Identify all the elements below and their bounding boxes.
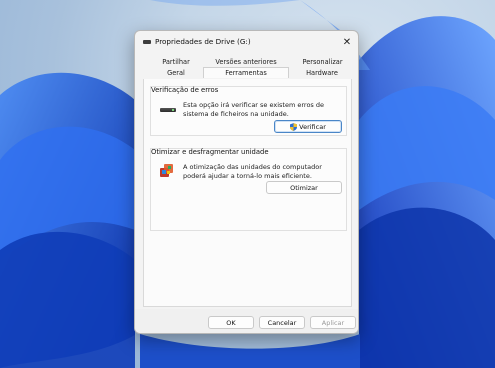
error-check-group: Verificação de erros Esta opção irá veri… [150,86,347,136]
ok-button[interactable]: OK [208,316,254,329]
error-check-title: Verificação de erros [151,86,219,94]
verify-button[interactable]: Verificar [274,120,342,133]
error-check-description: Esta opção irá verificar se existem erro… [183,101,324,118]
close-button[interactable]: ✕ [336,31,358,53]
tab-hardware[interactable]: Hardware [293,68,351,79]
tab-ferramentas[interactable]: Ferramentas [203,67,289,78]
drive-properties-window: Propriedades de Drive (G:) ✕ Partilhar V… [134,30,359,334]
tools-panel: Verificação de erros Esta opção irá veri… [143,79,352,307]
cancel-button[interactable]: Cancelar [259,316,305,329]
drive-title-icon [143,40,151,44]
uac-shield-icon [290,122,298,131]
dialog-footer: OK Cancelar Aplicar [135,309,358,333]
optimize-group: Otimizar e desfragmentar unidade A otimi… [150,148,347,231]
drive-icon [160,108,176,112]
apply-button[interactable]: Aplicar [310,316,356,329]
tab-geral[interactable]: Geral [149,68,203,79]
optimize-description: A otimização das unidades do computador … [183,163,322,180]
verify-button-label: Verificar [299,122,326,131]
tab-versoes-anteriores[interactable]: Versões anteriores [211,57,281,67]
defrag-icon [160,164,173,177]
tab-personalizar[interactable]: Personalizar [295,57,350,67]
optimize-title: Otimizar e desfragmentar unidade [151,148,269,156]
close-icon: ✕ [342,36,352,48]
title-bar[interactable]: Propriedades de Drive (G:) ✕ [135,31,358,53]
optimize-button[interactable]: Otimizar [266,181,342,194]
tab-partilhar[interactable]: Partilhar [149,57,203,67]
tab-strip: Partilhar Versões anteriores Personaliza… [143,57,352,79]
window-title: Propriedades de Drive (G:) [155,37,251,46]
